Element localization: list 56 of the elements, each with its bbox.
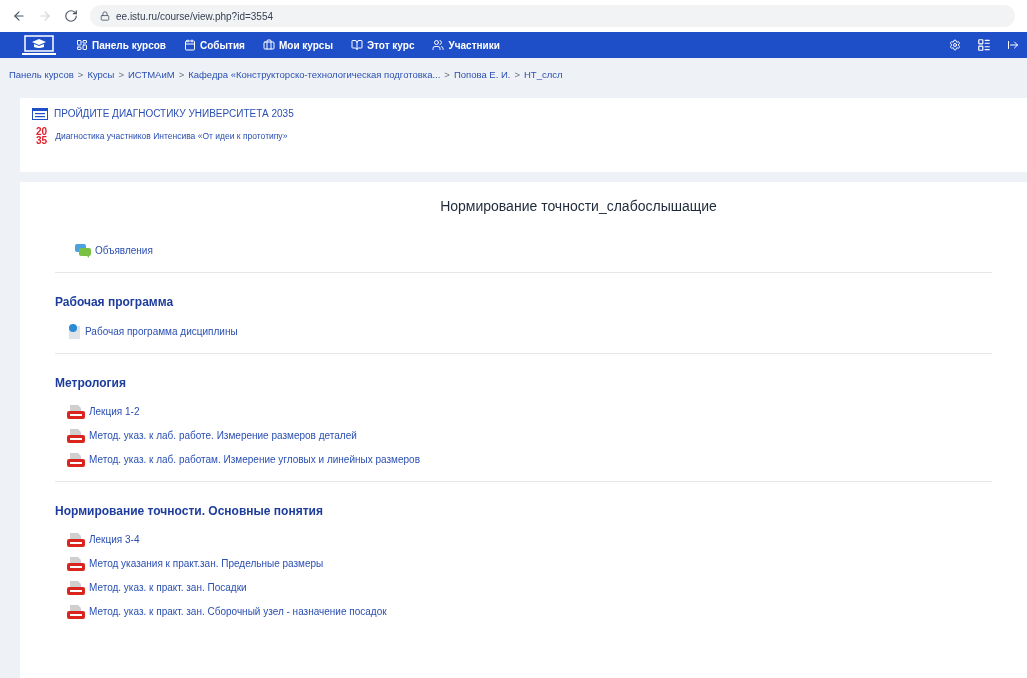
book-icon <box>350 39 363 51</box>
pdf-icon <box>67 532 85 547</box>
reload-icon[interactable] <box>64 9 78 23</box>
breadcrumb-separator: > <box>444 67 450 82</box>
graduation-cap-logo-icon[interactable] <box>22 35 56 55</box>
settings-icon[interactable] <box>949 39 961 51</box>
breadcrumb-link[interactable]: ИСТМАиМ <box>128 67 175 83</box>
activity-link[interactable]: Метод. указ. к практ. зан. Посадки <box>67 580 992 595</box>
activity-link[interactable]: Лекция 3-4 <box>67 532 992 547</box>
nav-link[interactable]: Мои курсы <box>262 37 333 53</box>
users-icon <box>432 39 445 51</box>
pdf-icon <box>67 404 85 419</box>
pdf-icon <box>67 556 85 571</box>
list-icon[interactable] <box>977 38 991 52</box>
activity-link[interactable]: Рабочая программа дисциплины <box>67 323 992 339</box>
list-window-icon <box>32 107 48 120</box>
breadcrumb-link[interactable]: Попова Е. И. <box>453 67 511 83</box>
nav-link[interactable]: Участники <box>432 37 500 53</box>
chat-bubbles-icon <box>75 243 91 258</box>
pdf-icon <box>67 580 85 595</box>
activity-link[interactable]: Метод указания к практ.зан. Предельные размеры <box>67 556 992 571</box>
section-title: Нормирование точности. Основные понятия <box>55 503 324 520</box>
breadcrumb-link[interactable]: НТ_слсл <box>524 67 563 83</box>
breadcrumb-separator: > <box>118 67 124 82</box>
section-title: Рабочая программа <box>55 294 175 311</box>
back-icon[interactable] <box>12 9 26 23</box>
dashboard-icon <box>76 39 88 51</box>
nav-link[interactable]: Этот курс <box>350 37 415 53</box>
pdf-icon <box>67 604 85 619</box>
nav-link[interactable]: События <box>184 37 245 53</box>
breadcrumb-separator: > <box>514 67 520 82</box>
arrow-icon[interactable] <box>1007 39 1019 51</box>
breadcrumb-link[interactable]: Курсы <box>87 67 115 83</box>
document-icon <box>67 323 81 339</box>
briefcase-icon <box>262 39 275 51</box>
url-text: ee.istu.ru/course/view.php?id=3554 <box>116 9 274 24</box>
pdf-icon <box>67 452 85 467</box>
section-title: Метрология <box>55 375 127 392</box>
address-bar[interactable]: ee.istu.ru/course/view.php?id=3554 <box>90 5 1015 27</box>
activity-link[interactable]: Метод. указ. к практ. зан. Сборочный узел - назначение посадок <box>67 604 992 619</box>
breadcrumb-link[interactable]: Панель курсов <box>9 67 74 83</box>
breadcrumb-separator: > <box>77 67 84 82</box>
nav-link[interactable]: Панель курсов <box>76 37 166 53</box>
breadcrumb-separator: > <box>178 67 185 82</box>
lock-icon <box>100 11 110 21</box>
diagnostic-heading: ПРОЙДИТЕ ДИАГНОСТИКУ УНИВЕРСИТЕТА 2035 <box>54 106 294 121</box>
diagnostic-link[interactable]: Диагностика участников Интенсива «От идеи к прототипу» <box>55 129 288 143</box>
calendar-icon <box>184 39 196 51</box>
activity-link[interactable]: Объявления <box>75 243 992 258</box>
university-2035-logo: 20 35 <box>36 127 48 145</box>
breadcrumb-link[interactable]: Кафедра «Конструкторско-технологическая подготовка... <box>188 67 441 83</box>
activity-link[interactable]: Метод. указ. к лаб. работе. Измерение размеров деталей <box>67 428 992 443</box>
activity-link[interactable]: Метод. указ. к лаб. работам. Измерение угловых и линейных размеров <box>67 452 992 467</box>
pdf-icon <box>67 428 85 443</box>
course-title: Нормирование точности_слабослышащие <box>439 197 718 216</box>
activity-link[interactable]: Лекция 1-2 <box>67 404 992 419</box>
